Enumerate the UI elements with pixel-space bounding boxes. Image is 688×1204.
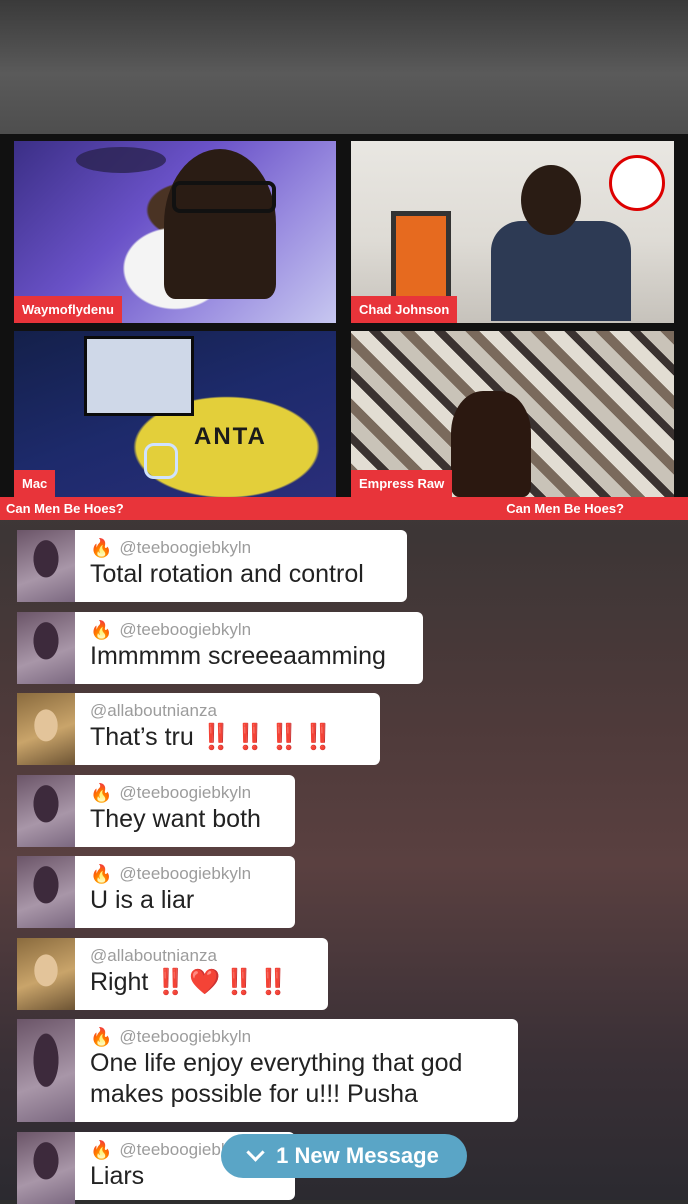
chat-username[interactable]: @allaboutnianza xyxy=(90,701,217,721)
new-message-label: 1 New Message xyxy=(276,1143,439,1168)
chat-bubble: @allaboutnianza That’s tru ‼️ ‼️ ‼️ ‼️ xyxy=(75,693,380,765)
chat-text: Right xyxy=(90,968,149,996)
chat-text: Total rotation and control xyxy=(90,560,364,588)
glasses-art xyxy=(172,181,276,213)
video-tile-empress-raw[interactable]: Empress Raw xyxy=(351,331,674,497)
flame-icon: 🔥 xyxy=(90,1026,113,1047)
avatar[interactable] xyxy=(17,856,75,928)
chat-bubble: @allaboutnianza Right ‼️ ❤️ ‼️ ‼️ xyxy=(75,938,328,1010)
video-grid: Waymoflydenu Chad Johnson ANTA Mac Empre… xyxy=(0,134,688,520)
avatar[interactable] xyxy=(17,1132,75,1204)
chat-bubble: 🔥 @teeboogiebkyln They want both xyxy=(75,775,295,847)
chat-bubble: 🔥 @teeboogiebkyln Total rotation and cont… xyxy=(75,530,407,602)
chat-username[interactable]: @teeboogiebkyln xyxy=(119,1027,251,1047)
emoji-bangs: ‼️ ‼️ ‼️ ‼️ xyxy=(200,723,334,751)
chat-message: 🔥 @teeboogiebkyln Total rotation and cont… xyxy=(17,530,407,602)
avatar[interactable] xyxy=(17,1019,75,1122)
neon-sign-icon xyxy=(144,443,178,479)
ceiling-fan-art xyxy=(76,147,166,173)
topic-caption-left: Can Men Be Hoes? xyxy=(6,501,124,516)
participant-name: Waymoflydenu xyxy=(14,296,122,323)
flame-icon: 🔥 xyxy=(90,537,113,558)
emoji-bangs: ‼️ ❤️ ‼️ ‼️ xyxy=(155,968,288,996)
chat-bubble: 🔥 @teeboogiebkyln Immmmm screeeaamming xyxy=(75,612,423,684)
participant-face xyxy=(451,391,531,497)
participant-name: Mac xyxy=(14,470,56,497)
chat-username[interactable]: @teeboogiebkyln xyxy=(119,620,251,640)
participant-body xyxy=(491,221,631,321)
video-tile-waymoflydenu[interactable]: Waymoflydenu xyxy=(14,141,336,323)
video-tile-chad-johnson[interactable]: Chad Johnson xyxy=(351,141,674,323)
flame-icon: 🔥 xyxy=(90,782,113,803)
top-bar xyxy=(0,0,688,134)
chat-text: They want both xyxy=(90,805,261,833)
topic-caption-bar: Can Men Be Hoes? Can Men Be Hoes? xyxy=(0,497,688,520)
chat-message: 🔥 @teeboogiebkyln Immmmm screeeaamming xyxy=(17,612,423,684)
chat-username[interactable]: @teeboogiebkyln xyxy=(119,864,251,884)
framed-jersey-art xyxy=(391,211,451,303)
flame-icon: 🔥 xyxy=(90,619,113,640)
video-tile-mac[interactable]: ANTA Mac xyxy=(14,331,336,497)
chat-message: @allaboutnianza That’s tru ‼️ ‼️ ‼️ ‼️ xyxy=(17,693,380,765)
chat-username[interactable]: @teeboogiebkyln xyxy=(119,538,251,558)
avatar[interactable] xyxy=(17,693,75,765)
chat-message: @allaboutnianza Right ‼️ ❤️ ‼️ ‼️ xyxy=(17,938,328,1010)
new-message-button[interactable]: 1 New Message xyxy=(221,1134,467,1178)
avatar[interactable] xyxy=(17,530,75,602)
chat-message: 🔥 @teeboogiebkyln One life enjoy everythi… xyxy=(17,1019,518,1122)
chat-username[interactable]: @teeboogiebkyln xyxy=(119,783,251,803)
flame-icon: 🔥 xyxy=(90,863,113,884)
avatar[interactable] xyxy=(17,775,75,847)
chat-text: That’s tru xyxy=(90,723,194,751)
chat-text: One life enjoy everything that god makes… xyxy=(90,1049,463,1108)
chat-message: 🔥 @teeboogiebkyln U is a liar xyxy=(17,856,295,928)
chat-message: 🔥 @teeboogiebkyln They want both xyxy=(17,775,295,847)
topic-caption-right: Can Men Be Hoes? xyxy=(506,501,624,516)
participant-face xyxy=(164,149,276,299)
participant-name: Empress Raw xyxy=(351,470,453,497)
avatar[interactable] xyxy=(17,612,75,684)
hoodie-text: ANTA xyxy=(194,423,267,450)
chat-bubble: 🔥 @teeboogiebkyln One life enjoy everythi… xyxy=(75,1019,518,1122)
channel-logo-icon xyxy=(609,155,665,211)
chevron-down-icon xyxy=(246,1142,265,1162)
chat-username[interactable]: @allaboutnianza xyxy=(90,946,217,966)
chat-bubble: 🔥 @teeboogiebkyln U is a liar xyxy=(75,856,295,928)
chat-text: U is a liar xyxy=(90,886,195,914)
participant-face xyxy=(521,165,581,235)
flame-icon: 🔥 xyxy=(90,1139,113,1160)
participant-name: Chad Johnson xyxy=(351,296,458,323)
chat-text: Immmmm screeeaamming xyxy=(90,642,386,670)
avatar[interactable] xyxy=(17,938,75,1010)
tv-screen-art xyxy=(84,336,194,416)
